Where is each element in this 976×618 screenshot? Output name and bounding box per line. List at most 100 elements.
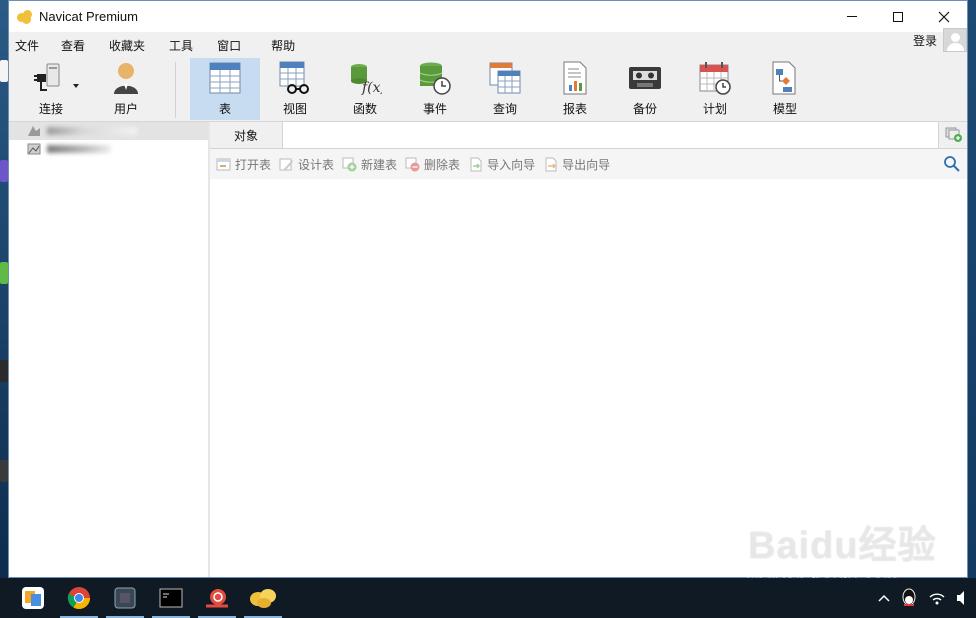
menu-bar: 文件 查看 收藏夹 工具 窗口 帮助 登录 <box>9 28 967 58</box>
vm-icon <box>114 587 136 609</box>
query-icon <box>487 60 523 96</box>
delete-table-label: 删除表 <box>424 157 461 172</box>
navicat-icon <box>250 589 276 608</box>
user-avatar[interactable] <box>943 28 967 52</box>
delete-table-button[interactable]: 删除表 <box>405 156 460 173</box>
minimize-button[interactable] <box>829 1 875 32</box>
new-tab-button[interactable] <box>939 122 967 148</box>
app-icon <box>22 587 44 609</box>
connection-name-redacted <box>47 127 137 135</box>
function-button[interactable]: f(x) 函数 <box>330 58 400 120</box>
connection-name-redacted <box>47 145 111 153</box>
taskbar-app-snail[interactable] <box>194 578 240 618</box>
connection-icon <box>27 143 41 155</box>
taskbar <box>0 578 976 618</box>
tab-strip-empty <box>282 122 939 148</box>
menu-window[interactable]: 窗口 <box>205 37 253 54</box>
delete-table-icon <box>405 157 420 172</box>
new-table-icon <box>342 157 357 172</box>
desktop-icon[interactable] <box>0 460 8 482</box>
open-table-button[interactable]: 打开表 <box>216 156 271 173</box>
taskbar-app-terminal[interactable] <box>148 578 194 618</box>
connection-item[interactable] <box>9 122 208 140</box>
report-label: 报表 <box>562 102 587 116</box>
view-button[interactable]: 视图 <box>260 58 330 120</box>
desktop-right-edge <box>968 0 976 578</box>
model-button[interactable]: 模型 <box>750 58 820 120</box>
open-table-label: 打开表 <box>235 157 272 172</box>
query-button[interactable]: 查询 <box>470 58 540 120</box>
menu-file[interactable]: 文件 <box>9 37 51 54</box>
open-table-icon <box>216 157 231 172</box>
report-button[interactable]: 报表 <box>540 58 610 120</box>
toolbar-divider <box>175 62 176 118</box>
search-button[interactable] <box>943 155 961 173</box>
schedule-label: 计划 <box>702 102 727 116</box>
desktop-icon[interactable] <box>0 60 8 82</box>
table-icon <box>207 60 243 96</box>
connection-icon <box>27 125 41 137</box>
navicat-logo-icon <box>17 9 33 24</box>
event-button[interactable]: 事件 <box>400 58 470 120</box>
system-tray <box>878 578 976 618</box>
menu-view[interactable]: 查看 <box>51 37 97 54</box>
snail-icon <box>206 589 228 608</box>
schedule-button[interactable]: 计划 <box>680 58 750 120</box>
import-wizard-button[interactable]: 导入向导 <box>468 156 535 173</box>
function-icon: f(x) <box>347 60 383 96</box>
event-label: 事件 <box>422 102 447 116</box>
menu-tools[interactable]: 工具 <box>157 37 205 54</box>
event-clock-icon <box>417 60 453 96</box>
taskbar-app-virtualbox[interactable] <box>102 578 148 618</box>
user-button[interactable]: 用户 <box>91 58 161 120</box>
export-icon <box>543 157 558 172</box>
backup-tape-icon <box>627 60 663 96</box>
export-wizard-button[interactable]: 导出向导 <box>543 156 610 173</box>
chevron-up-icon[interactable] <box>878 593 890 603</box>
design-table-icon <box>279 157 294 172</box>
maximize-icon <box>893 11 903 22</box>
svg-text:f(x): f(x) <box>361 80 382 95</box>
user-label: 用户 <box>113 102 138 116</box>
menu-help[interactable]: 帮助 <box>253 37 307 54</box>
table-label: 表 <box>218 102 231 116</box>
taskbar-app-sticky[interactable] <box>10 578 56 618</box>
design-table-label: 设计表 <box>298 157 335 172</box>
function-label: 函数 <box>352 102 377 116</box>
connection-item[interactable] <box>9 140 208 158</box>
view-label: 视图 <box>282 102 307 116</box>
plug-icon <box>33 60 69 96</box>
desktop-icon[interactable] <box>0 360 8 382</box>
import-wizard-label: 导入向导 <box>487 157 536 172</box>
backup-button[interactable]: 备份 <box>610 58 680 120</box>
connection-tree <box>9 122 210 577</box>
speaker-icon[interactable] <box>956 590 970 606</box>
query-label: 查询 <box>492 102 517 116</box>
chevron-down-icon[interactable] <box>73 84 79 88</box>
title-bar[interactable]: Navicat Premium <box>9 1 967 32</box>
table-button[interactable]: 表 <box>190 58 260 120</box>
taskbar-app-navicat[interactable] <box>240 578 286 618</box>
export-wizard-label: 导出向导 <box>562 157 611 172</box>
wifi-icon[interactable] <box>928 590 946 606</box>
desktop-icon[interactable] <box>0 262 8 284</box>
object-tab-bar: 对象 <box>210 122 967 149</box>
new-table-button[interactable]: 新建表 <box>342 156 397 173</box>
design-table-button[interactable]: 设计表 <box>279 156 334 173</box>
tab-objects[interactable]: 对象 <box>210 122 282 148</box>
desktop-icon[interactable] <box>0 160 8 182</box>
taskbar-app-chrome[interactable] <box>56 578 102 618</box>
model-label: 模型 <box>772 102 797 116</box>
menu-favorites[interactable]: 收藏夹 <box>97 37 157 54</box>
connect-button[interactable]: 连接 <box>15 58 87 120</box>
user-icon <box>108 60 144 96</box>
object-panel: 对象 打开表 设计表 新建表 删除表 导入向导 导出向导 <box>210 122 967 577</box>
report-icon <box>557 60 593 96</box>
window-title: Navicat Premium <box>39 9 138 24</box>
login-link[interactable]: 登录 <box>913 32 937 49</box>
backup-label: 备份 <box>632 102 657 116</box>
qq-icon[interactable] <box>900 588 918 608</box>
close-icon <box>938 11 950 22</box>
calendar-clock-icon <box>697 60 733 96</box>
view-icon <box>277 60 313 96</box>
